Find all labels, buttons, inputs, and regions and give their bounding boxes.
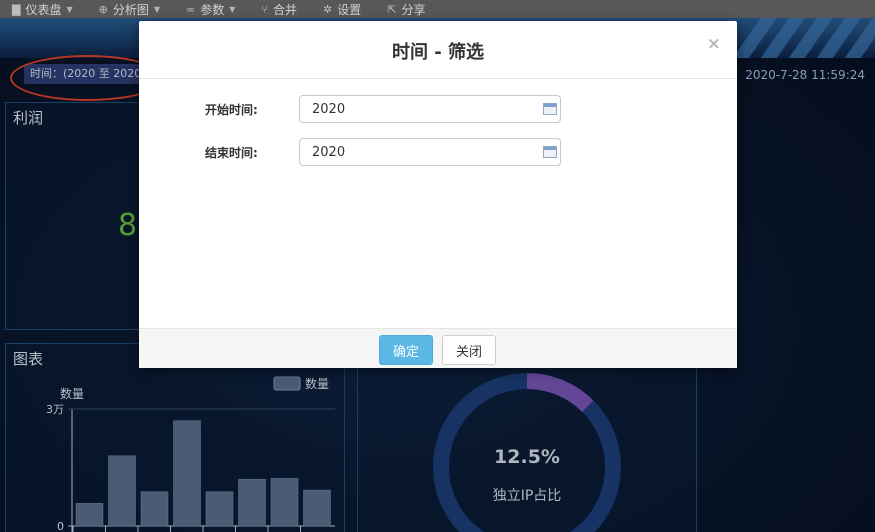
confirm-button[interactable]: 确定 <box>379 335 433 365</box>
time-filter-dialog: 时间 - 筛选 × 开始时间: 结束时间: 确定 关闭 <box>139 21 737 368</box>
close-button[interactable]: 关闭 <box>442 335 496 365</box>
start-time-row: 开始时间: <box>139 95 737 123</box>
dialog-header: 时间 - 筛选 × <box>139 21 737 79</box>
start-time-input[interactable] <box>299 95 561 123</box>
start-time-label: 开始时间: <box>205 103 258 117</box>
dialog-title: 时间 - 筛选 <box>391 42 484 63</box>
close-icon[interactable]: × <box>707 34 721 54</box>
calendar-icon[interactable] <box>543 146 557 158</box>
calendar-icon[interactable] <box>543 103 557 115</box>
end-time-label: 结束时间: <box>205 146 258 160</box>
dialog-footer: 确定 关闭 <box>139 328 737 368</box>
end-time-input[interactable] <box>299 138 561 166</box>
end-time-row: 结束时间: <box>139 138 737 166</box>
